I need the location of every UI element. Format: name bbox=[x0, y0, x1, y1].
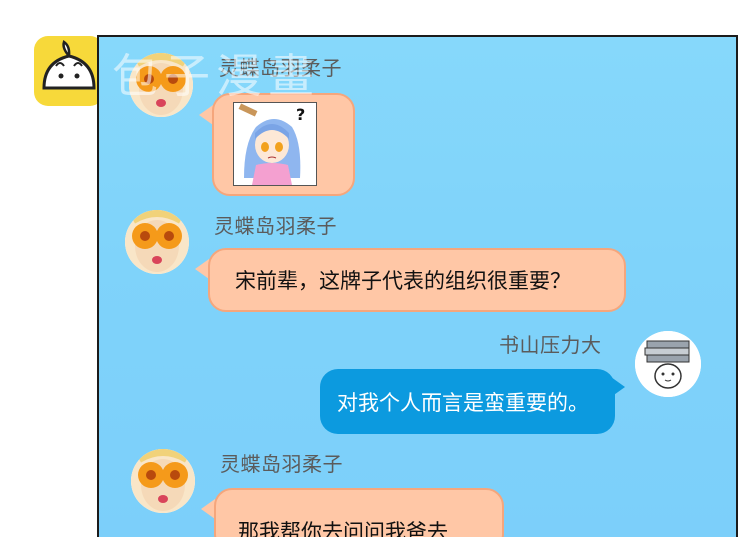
sender-name: 灵蝶岛羽柔子 bbox=[214, 214, 337, 238]
question-mark: ? bbox=[296, 105, 306, 124]
bubble-tail bbox=[199, 105, 213, 125]
watermark-text: 包子漫畫 bbox=[112, 49, 320, 103]
message-bubble[interactable]: 那我帮你去问问我爸去 bbox=[214, 488, 504, 537]
sender-name: 书山压力大 bbox=[499, 333, 602, 357]
bubble-tail bbox=[201, 499, 215, 519]
confused-anime-girl-sticker[interactable]: ? bbox=[233, 102, 317, 186]
message-bubble[interactable]: 宋前辈，这牌子代表的组织很重要？ bbox=[208, 248, 626, 312]
avatar-book-stack[interactable] bbox=[635, 331, 701, 397]
sender-name: 灵蝶岛羽柔子 bbox=[220, 452, 343, 476]
message-bubble[interactable]: 对我个人而言是蛮重要的。 bbox=[320, 369, 615, 434]
avatar-flower-girl[interactable] bbox=[131, 449, 195, 513]
avatar-flower-girl[interactable] bbox=[125, 210, 189, 274]
chat-panel: 灵蝶岛羽柔子 灵蝶岛羽柔子 宋前辈，这牌子代表的组织很重要？ 书山压力大 对我个… bbox=[97, 35, 738, 537]
bubble-tail bbox=[195, 259, 209, 279]
bun-logo-icon bbox=[34, 36, 104, 106]
